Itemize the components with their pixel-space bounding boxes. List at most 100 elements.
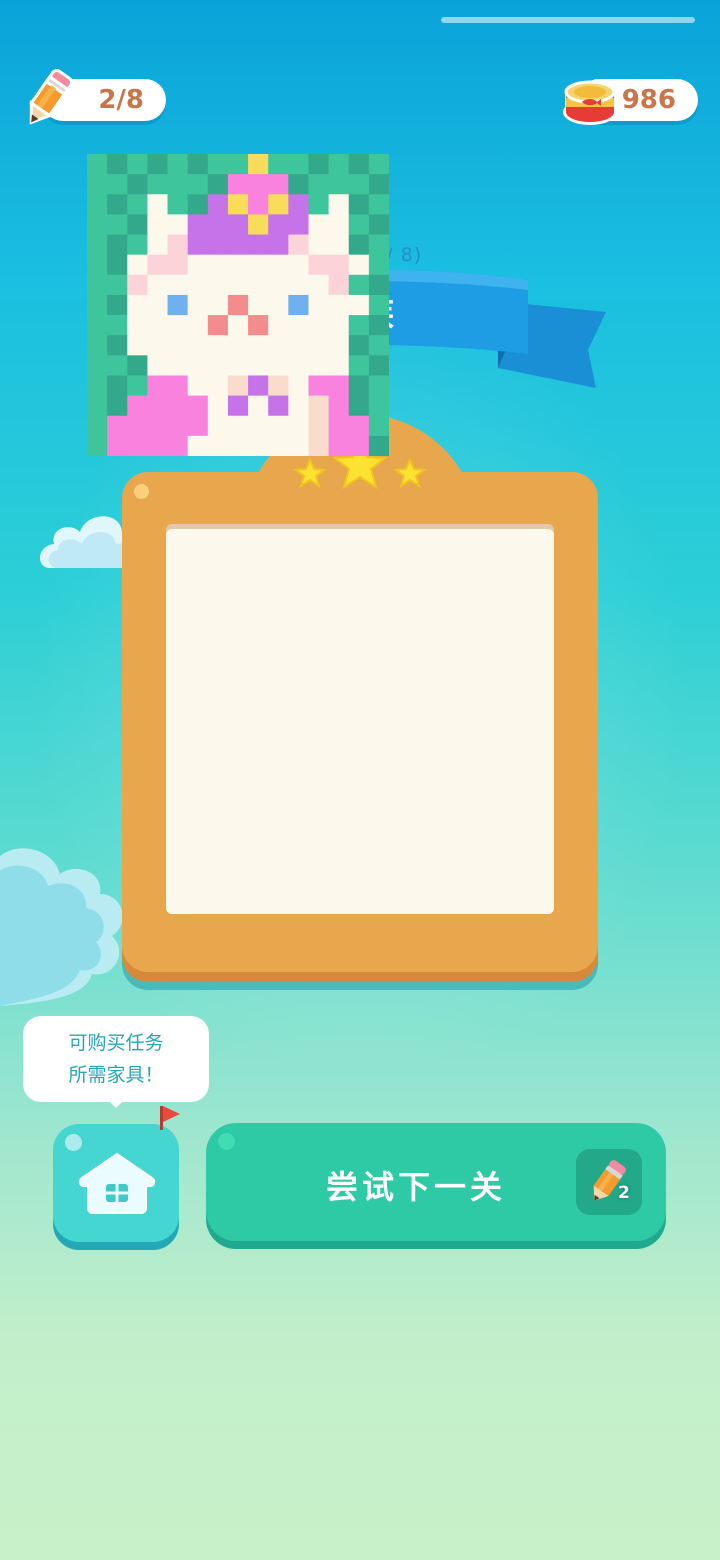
pixel-cell [308, 234, 330, 256]
pixel-cell [167, 274, 189, 296]
pixel-cell [288, 375, 309, 397]
pixel-cell [328, 194, 350, 215]
fish-can-icon [563, 80, 617, 125]
pixel-cell [328, 395, 350, 417]
pixel-cell [368, 274, 389, 296]
pixel-cell [227, 375, 249, 397]
pixel-cell [248, 234, 269, 256]
pixel-cell [268, 274, 289, 296]
pixel-cell [207, 254, 229, 276]
pixel-cell [368, 435, 389, 456]
pixel-cell [248, 315, 269, 336]
pixel-cell [227, 254, 249, 276]
notification-flag-icon [160, 1106, 180, 1130]
pixel-cell [368, 294, 389, 316]
pixel-cell [308, 375, 330, 397]
pixel-cell [288, 395, 309, 417]
pencil-icon [29, 69, 74, 125]
pixel-cell [227, 335, 249, 356]
pixel-cell [127, 395, 148, 417]
home-button[interactable] [53, 1124, 179, 1242]
pixel-cell [167, 315, 189, 336]
pixel-cell [207, 274, 229, 296]
pixel-cell [227, 214, 249, 236]
pixel-cell [227, 274, 249, 296]
pixel-cell [348, 435, 370, 456]
pixel-cell [187, 274, 209, 296]
pixel-cell [107, 335, 128, 356]
pixel-cell [328, 355, 350, 376]
pixel-cell [328, 315, 350, 336]
pixel-cell [348, 194, 370, 215]
pixel-cell [127, 435, 148, 456]
pixel-cell [268, 435, 289, 456]
pixel-cell [227, 395, 249, 417]
pixel-cell [167, 395, 189, 417]
pixel-cell [127, 154, 148, 175]
cloud-left-bottom [0, 848, 123, 1006]
pixel-cell [288, 214, 309, 236]
pixel-cell [147, 335, 169, 356]
pixel-cell [187, 214, 209, 236]
pixel-cell [227, 355, 249, 376]
pixel-cell [308, 435, 330, 456]
pixel-cell [107, 395, 128, 417]
pixel-cell [127, 375, 148, 397]
pixel-cell [167, 335, 189, 356]
pixel-cell [248, 194, 269, 215]
pixel-cell [167, 194, 189, 215]
pixel-cell [268, 355, 289, 376]
pixel-cell [227, 154, 249, 175]
pixel-cell [328, 174, 350, 195]
pixel-cell [107, 274, 128, 296]
pixel-cell [87, 154, 108, 175]
pixel-cell [348, 294, 370, 316]
pixel-cell [328, 435, 350, 456]
pixel-cell [328, 375, 350, 397]
try-next-level-button[interactable]: 尝试下一关 2 [206, 1123, 666, 1241]
pixel-cell [107, 174, 128, 195]
pixel-cell [207, 174, 229, 195]
pixel-cell [328, 335, 350, 356]
pixel-cell [288, 335, 309, 356]
pixel-cell [248, 254, 269, 276]
pixel-cell [187, 395, 209, 417]
pixel-cell [207, 375, 229, 397]
pixel-cell [187, 435, 209, 456]
pixel-cell [147, 435, 169, 456]
pixel-cell [348, 174, 370, 195]
pixel-cell [147, 154, 169, 175]
pixel-cell [227, 435, 249, 456]
pixel-cell [107, 415, 128, 437]
pixel-cell [348, 315, 370, 336]
pixel-cell [308, 355, 330, 376]
pixel-cell [147, 294, 169, 316]
pixel-cell [348, 375, 370, 397]
pixel-cell [348, 415, 370, 437]
pixel-cell [147, 214, 169, 236]
star-icon-left [293, 457, 327, 489]
pixel-cell [288, 355, 309, 376]
pixel-cell [348, 335, 370, 356]
pixel-cell [147, 274, 169, 296]
pixel-cell [187, 315, 209, 336]
pixel-cell [127, 194, 148, 215]
pixel-cell [147, 174, 169, 195]
pixel-cell [308, 294, 330, 316]
pixel-cell [308, 315, 330, 336]
pixel-cell [187, 154, 209, 175]
pixel-cell [248, 214, 269, 236]
pixel-cell [368, 355, 389, 376]
pixel-cell [328, 415, 350, 437]
pixel-cell [207, 395, 229, 417]
pixel-cell [308, 415, 330, 437]
pixel-cell [167, 355, 189, 376]
pixel-cell [87, 335, 108, 356]
artwork-frame [122, 414, 598, 974]
pixel-cell [248, 335, 269, 356]
pixel-cell [288, 154, 309, 175]
pixel-cell [87, 395, 108, 417]
pixel-cell [107, 234, 128, 256]
pixel-cell [147, 415, 169, 437]
pixel-cell [87, 194, 108, 215]
